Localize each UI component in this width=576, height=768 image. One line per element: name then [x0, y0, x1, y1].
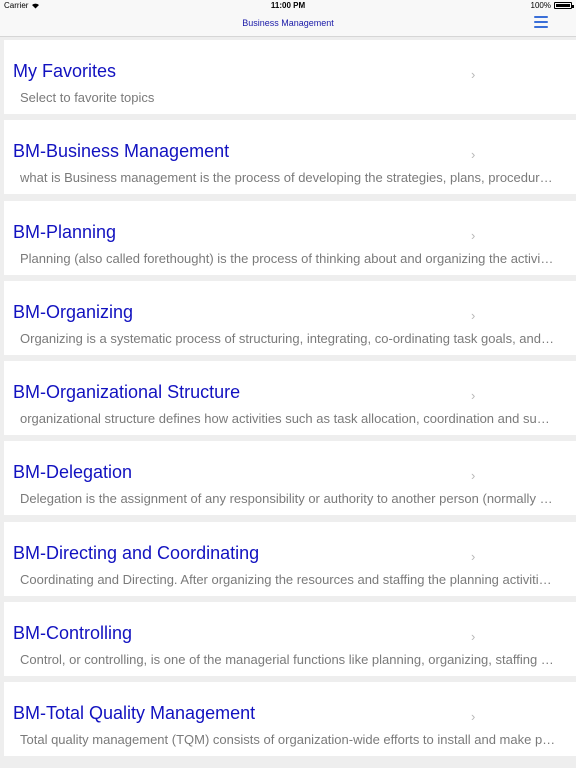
topic-title: My Favorites	[13, 61, 117, 81]
chevron-right-icon: ›	[471, 67, 476, 82]
topic-title: BM-Total Quality Management	[13, 703, 256, 724]
topic-subtitle: Planning (also called forethought) is th…	[20, 250, 556, 266]
topic-row-directing-coordinating[interactable]: BM-Directing and Coordinating › Coordina…	[4, 521, 576, 596]
topic-title: BM-Business Management	[13, 141, 230, 162]
topic-title: BM-Organizational Structure	[13, 382, 241, 403]
topic-title: BM-Controlling	[13, 623, 133, 644]
topic-row-business-management[interactable]: BM-Business Management › what is Busines…	[4, 120, 576, 195]
chevron-right-icon: ›	[471, 307, 476, 323]
hamburger-menu-icon[interactable]	[534, 16, 548, 28]
chevron-right-icon: ›	[471, 227, 476, 243]
topic-row-organizing[interactable]: BM-Organizing › Organizing is a systemat…	[4, 280, 576, 355]
battery-percent: 100%	[530, 1, 551, 10]
battery-icon	[554, 2, 574, 9]
topic-row-organizational-structure[interactable]: BM-Organizational Structure › organizati…	[4, 361, 576, 436]
topic-row-total-quality-management[interactable]: BM-Total Quality Management › Total qual…	[4, 682, 576, 757]
topic-subtitle: Select to favorite topics	[20, 90, 155, 105]
chevron-right-icon: ›	[471, 709, 476, 725]
topic-subtitle: organizational structure defines how act…	[20, 411, 556, 427]
topic-subtitle: Control, or controlling, is one of the m…	[20, 652, 556, 668]
topic-list: My Favorites › Select to favorite topics…	[0, 40, 576, 763]
topic-row-favorites[interactable]: My Favorites › Select to favorite topics	[4, 40, 576, 114]
chevron-right-icon: ›	[471, 388, 476, 404]
chevron-right-icon: ›	[471, 147, 476, 163]
topic-row-delegation[interactable]: BM-Delegation › Delegation is the assign…	[4, 441, 576, 516]
topic-subtitle: Organizing is a systematic process of st…	[20, 330, 556, 346]
status-bar: Carrier 11:00 PM 100%	[0, 0, 576, 12]
topic-subtitle: Coordinating and Directing. After organi…	[20, 571, 556, 587]
topic-row-planning[interactable]: BM-Planning › Planning (also called fore…	[4, 200, 576, 275]
navigation-bar: Business Management	[0, 12, 576, 37]
topic-title: BM-Organizing	[13, 301, 134, 322]
status-time: 11:00 PM	[270, 1, 306, 10]
topic-title: BM-Delegation	[13, 462, 133, 483]
page-title: Business Management	[242, 18, 334, 28]
topic-title: BM-Planning	[13, 221, 117, 242]
chevron-right-icon: ›	[471, 629, 476, 645]
topic-subtitle: Delegation is the assignment of any resp…	[20, 491, 556, 507]
chevron-right-icon: ›	[471, 548, 476, 564]
topic-title: BM-Directing and Coordinating	[13, 542, 260, 563]
chevron-right-icon: ›	[471, 468, 476, 484]
topic-subtitle: what is Business management is the proce…	[20, 170, 556, 186]
battery-indicator: 100%	[530, 1, 574, 10]
topic-subtitle: Total quality management (TQM) consists …	[20, 732, 556, 748]
topic-row-controlling[interactable]: BM-Controlling › Control, or controlling…	[4, 602, 576, 677]
